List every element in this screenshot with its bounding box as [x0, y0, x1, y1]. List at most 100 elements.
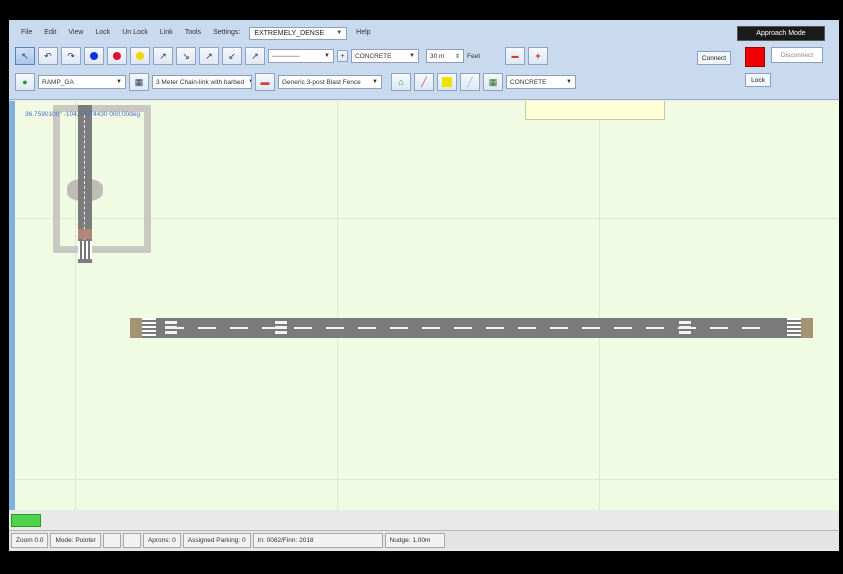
blank-status [102, 532, 121, 548]
red-node-button[interactable] [107, 47, 127, 65]
pointer-tool-button[interactable]: ↖ [15, 47, 35, 65]
menu-unlock[interactable]: Un Lock [116, 27, 154, 39]
aprons-status: Aprons: 0 [142, 532, 181, 548]
curve-icon: ↗ [159, 50, 167, 61]
plus-icon: + [535, 51, 541, 61]
light-line-button[interactable]: ╱ [460, 73, 480, 91]
measure-button[interactable]: ▬ [505, 47, 526, 65]
runway-marking [275, 321, 287, 335]
tree-icon: ⌂ [398, 77, 404, 87]
menu-file[interactable]: File [15, 27, 38, 39]
map-canvas[interactable]: 36.7590100° -104.77074430 000.00deg [9, 101, 839, 510]
density-select[interactable]: EXTREMELY_DENSE ▼ [249, 26, 348, 40]
runway-threshold-right [787, 318, 801, 338]
fence-icon: ▦ [134, 76, 144, 87]
surface-select[interactable]: CONCRETE ▼ [351, 49, 419, 63]
blue-node-button[interactable] [84, 47, 104, 65]
curve-tool-5-button[interactable]: ↗ [245, 47, 265, 65]
chevron-down-icon: ▼ [116, 79, 122, 85]
curve-icon: ↙ [228, 50, 236, 61]
blast-fence-add-button[interactable]: ▬ [255, 73, 275, 91]
runway-marking [165, 321, 177, 335]
toolbar-row-objects: ● RAMP_GA ▼ ▦ 3 Meter Chain-link with ba… [15, 72, 576, 92]
chevron-down-icon: ▼ [324, 53, 330, 59]
curve-tool-3-button[interactable]: ↗ [199, 47, 219, 65]
yellow-square-icon [442, 77, 452, 87]
add-surface-button[interactable]: + [337, 50, 348, 62]
grid-icon: ▦ [488, 76, 498, 87]
add-point-button[interactable]: + [528, 47, 549, 65]
disconnect-button[interactable]: Disconnect [771, 47, 823, 63]
line-style-select[interactable]: ────── ▼ [268, 49, 334, 63]
app-window: File Edit View Lock Un Lock Link Tools S… [9, 20, 839, 551]
yellow-fill-button[interactable] [437, 73, 457, 91]
fence-type-select[interactable]: 3 Meter Chain-link with barbed ▼ [152, 75, 252, 89]
horizontal-runway[interactable] [130, 318, 813, 338]
zoom-status: Zoom 0.0 [11, 532, 49, 548]
taxiway-loop[interactable] [53, 105, 151, 253]
line-icon: ╱ [467, 76, 473, 87]
yellow-node-button[interactable] [130, 47, 150, 65]
chevron-down-icon: ▼ [336, 30, 343, 36]
activity-indicator [11, 514, 41, 527]
runway-threshold [78, 241, 92, 259]
statusbar: Zoom 0.0 Mode: Pointer Aprons: 0 Assigne… [9, 530, 839, 549]
curve-tool-1-button[interactable]: ↗ [153, 47, 173, 65]
ramp-select-value: RAMP_GA [42, 78, 74, 86]
toolbar-row-drawing: ↖ ↶ ↷ ↗ ↘ ↗ ↙ ↗ ────── ▼ + CONCRETE ▼ 30… [15, 46, 549, 66]
line-paint-button[interactable]: ╱ [414, 73, 434, 91]
connection-status-indicator [745, 47, 765, 67]
curve-icon: ↘ [182, 50, 190, 61]
ramp-add-button[interactable]: ● [15, 73, 35, 91]
ramp-select[interactable]: RAMP_GA ▼ [38, 75, 126, 89]
pencil-icon: ╱ [421, 76, 427, 87]
position-status: In: 0082/Finn: 2018 [252, 532, 383, 548]
undo-button[interactable]: ↶ [38, 47, 58, 65]
runway-centerline [84, 115, 85, 245]
mode-status: Mode: Pointer [50, 532, 101, 548]
menu-edit[interactable]: Edit [38, 27, 62, 39]
yellow-dot-icon [136, 52, 144, 60]
blast-fence-select[interactable]: Generic 3-post Blast Fence ▼ [278, 75, 382, 89]
menu-settings[interactable]: Settings: [207, 27, 246, 39]
surface-select-value: CONCRETE [355, 52, 392, 60]
plus-icon: + [340, 52, 345, 60]
menu-tools[interactable]: Tools [179, 27, 207, 39]
units-label: Feet [467, 52, 481, 60]
runway-marking [679, 321, 691, 335]
red-dot-icon [113, 52, 121, 60]
grid-tool-button[interactable]: ▦ [483, 73, 503, 91]
chevron-down-icon: ▼ [248, 79, 251, 85]
runway-end-marker [78, 229, 92, 239]
redo-button[interactable]: ↷ [61, 47, 81, 65]
cursor-coordinates: 36.7590100° -104.77074430 000.00deg [25, 111, 141, 118]
density-select-value: EXTREMELY_DENSE [254, 29, 325, 37]
undo-icon: ↶ [44, 50, 52, 61]
blank-status-2 [122, 532, 141, 548]
runway-end-right [801, 318, 813, 338]
pointer-icon: ↖ [21, 50, 29, 61]
approach-mode-button[interactable]: Approach Mode [737, 26, 825, 41]
chevron-down-icon: ▼ [566, 79, 572, 85]
surface-select-2[interactable]: CONCRETE ▼ [506, 75, 576, 89]
grid-line [15, 479, 839, 480]
menu-view[interactable]: View [62, 27, 89, 39]
menu-link[interactable]: Link [154, 27, 179, 39]
menu-lock[interactable]: Lock [89, 27, 116, 39]
tree-tool-button[interactable]: ⌂ [391, 73, 411, 91]
blast-fence-icon: ▬ [260, 77, 270, 87]
chevron-down-icon: ▼ [409, 53, 415, 59]
width-input[interactable]: 30 m ⇕ [426, 49, 464, 63]
menubar: File Edit View Lock Un Lock Link Tools S… [15, 26, 377, 40]
fence-add-button[interactable]: ▦ [129, 73, 149, 91]
nudge-status: Nudge: 1.00m [384, 532, 445, 548]
menu-help[interactable]: Help [350, 27, 376, 39]
connect-button[interactable]: Connect [697, 51, 731, 65]
lock-button[interactable]: Lock [745, 73, 771, 87]
vertical-runway[interactable] [78, 105, 92, 263]
grid-line [337, 101, 338, 510]
curve-tool-2-button[interactable]: ↘ [176, 47, 196, 65]
info-panel [525, 101, 665, 120]
fence-type-select-value: 3 Meter Chain-link with barbed [156, 78, 245, 86]
curve-tool-4-button[interactable]: ↙ [222, 47, 242, 65]
